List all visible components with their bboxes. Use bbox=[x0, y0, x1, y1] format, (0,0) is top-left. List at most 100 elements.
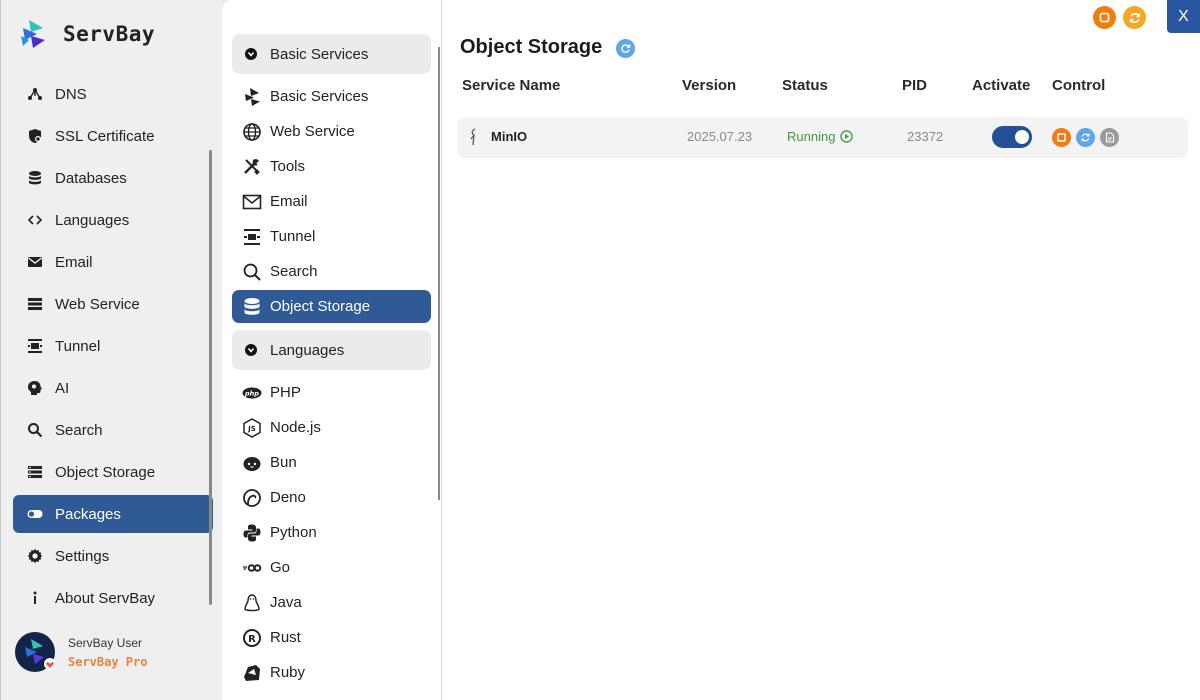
gear-icon bbox=[27, 548, 43, 564]
sidebar-item-label: Languages bbox=[55, 211, 130, 229]
sidebar-scrollbar[interactable] bbox=[209, 150, 212, 605]
brain-icon bbox=[27, 380, 43, 396]
deno-icon bbox=[242, 488, 262, 508]
bun-icon bbox=[242, 453, 262, 473]
restart-all-button[interactable] bbox=[1123, 6, 1146, 29]
svg-text:R: R bbox=[248, 634, 256, 645]
nav-item-email[interactable]: Email bbox=[232, 185, 431, 218]
nav-item-rust[interactable]: R Rust bbox=[232, 621, 431, 654]
restart-icon bbox=[1081, 133, 1090, 142]
nav-item-search[interactable]: Search bbox=[232, 255, 431, 288]
nav-item-tunnel[interactable]: Tunnel bbox=[232, 220, 431, 253]
tunnel-icon bbox=[242, 227, 262, 247]
sidebar-item-email[interactable]: Email bbox=[13, 241, 213, 283]
nav-item-bun[interactable]: Bun bbox=[232, 446, 431, 479]
activate-toggle[interactable] bbox=[992, 126, 1032, 148]
nav-group-languages[interactable]: Languages bbox=[232, 330, 431, 370]
ruby-icon bbox=[242, 663, 262, 683]
column-header-control: Control bbox=[1052, 77, 1106, 94]
stop-icon bbox=[1057, 133, 1066, 142]
restart-icon bbox=[1129, 12, 1140, 23]
nav-item-label: Bun bbox=[270, 454, 297, 471]
nav-item-tools[interactable]: Tools bbox=[232, 150, 431, 183]
service-version: 2025.07.23 bbox=[687, 129, 753, 144]
toggle-knob bbox=[1015, 130, 1029, 144]
servbay-logo-icon bbox=[242, 87, 262, 107]
nav-item-label: Object Storage bbox=[270, 298, 371, 315]
nav-item-object-storage[interactable]: Object Storage bbox=[232, 290, 431, 323]
sidebar-item-label: DNS bbox=[55, 85, 87, 103]
sidebar-item-label: AI bbox=[55, 379, 70, 397]
sidebar-item-settings[interactable]: Settings bbox=[13, 535, 213, 577]
avatar bbox=[15, 632, 55, 672]
nav-item-label: Web Service bbox=[270, 123, 355, 140]
close-button[interactable]: X bbox=[1167, 0, 1200, 33]
nav-item-basic-services[interactable]: Basic Services bbox=[232, 80, 431, 113]
java-icon bbox=[242, 593, 262, 613]
restart-button[interactable] bbox=[1076, 128, 1095, 147]
rust-icon: R bbox=[242, 628, 262, 648]
sidebar-item-databases[interactable]: Databases bbox=[13, 157, 213, 199]
user-name: ServBay User bbox=[68, 635, 143, 650]
minio-icon bbox=[468, 128, 480, 149]
nav-item-java[interactable]: Java bbox=[232, 586, 431, 619]
brand: ServBay bbox=[17, 18, 155, 50]
stop-all-button[interactable] bbox=[1093, 6, 1116, 29]
sidebar-item-packages[interactable]: Packages bbox=[13, 495, 213, 533]
nav-item-label: Search bbox=[270, 263, 318, 280]
nav-item-label: Node.js bbox=[270, 419, 321, 436]
search-icon bbox=[27, 422, 43, 438]
nav-item-label: Rust bbox=[270, 629, 301, 646]
stop-button[interactable] bbox=[1052, 128, 1071, 147]
service-nav-panel: Basic Services Basic Services Web Servic… bbox=[222, 0, 442, 700]
certificate-icon bbox=[27, 128, 43, 144]
nav-item-php[interactable]: php PHP bbox=[232, 376, 431, 409]
mail-icon bbox=[27, 254, 43, 270]
sidebar-item-web-service[interactable]: Web Service bbox=[13, 283, 213, 325]
search-icon bbox=[242, 262, 262, 282]
play-circle-icon bbox=[840, 130, 854, 143]
nav-item-label: Tools bbox=[270, 158, 306, 175]
globe-icon bbox=[242, 122, 262, 142]
nav-group-label: Languages bbox=[270, 341, 345, 359]
nav-item-ruby[interactable]: Ruby bbox=[232, 656, 431, 689]
sidebar-item-object-storage[interactable]: Object Storage bbox=[13, 451, 213, 493]
log-file-icon bbox=[1105, 132, 1114, 143]
info-icon bbox=[27, 590, 43, 606]
nav-item-label: Ruby bbox=[270, 664, 306, 681]
column-header-activate: Activate bbox=[972, 77, 1031, 94]
user-plan: ServBay Pro bbox=[68, 654, 148, 669]
sidebar-menu: DNS SSL Certificate Databases Languages … bbox=[13, 73, 213, 619]
nav-item-web-service[interactable]: Web Service bbox=[232, 115, 431, 148]
sidebar-item-languages[interactable]: Languages bbox=[13, 199, 213, 241]
tunnel-icon bbox=[27, 338, 43, 354]
user-profile[interactable]: ServBay User ServBay Pro bbox=[15, 632, 147, 672]
sidebar-item-tunnel[interactable]: Tunnel bbox=[13, 325, 213, 367]
nav-item-label: Tunnel bbox=[270, 228, 316, 245]
python-icon bbox=[242, 523, 262, 543]
refresh-icon[interactable] bbox=[616, 39, 635, 58]
sidebar-item-label: Search bbox=[55, 421, 103, 439]
nav-item-label: PHP bbox=[270, 384, 301, 401]
main-content: Object Storage Service Name Version Stat… bbox=[442, 0, 1200, 700]
nav-scrollbar[interactable] bbox=[438, 47, 440, 500]
nodejs-icon: JS bbox=[242, 417, 262, 438]
main-sidebar: ServBay DNS SSL Certificate Databases La… bbox=[0, 0, 222, 700]
column-header-service-name: Service Name bbox=[462, 77, 561, 94]
sidebar-item-about[interactable]: About ServBay bbox=[13, 577, 213, 619]
sidebar-item-dns[interactable]: DNS bbox=[13, 73, 213, 115]
nav-item-deno[interactable]: Deno bbox=[232, 481, 431, 514]
sidebar-item-ssl-certificate[interactable]: SSL Certificate bbox=[13, 115, 213, 157]
sidebar-item-ai[interactable]: AI bbox=[13, 367, 213, 409]
logs-button[interactable] bbox=[1100, 128, 1119, 147]
nav-group-basic-services[interactable]: Basic Services bbox=[232, 34, 431, 74]
sidebar-item-label: Email bbox=[55, 253, 93, 271]
sidebar-item-search[interactable]: Search bbox=[13, 409, 213, 451]
sidebar-item-label: Web Service bbox=[55, 295, 140, 313]
nav-item-python[interactable]: Python bbox=[232, 516, 431, 549]
nav-item-go[interactable]: Go bbox=[232, 551, 431, 584]
status-label: Running bbox=[787, 129, 836, 144]
table-row: MinIO 2025.07.23 Running 23372 bbox=[457, 117, 1188, 158]
mail-icon bbox=[242, 192, 262, 212]
nav-item-nodejs[interactable]: JS Node.js bbox=[232, 411, 431, 444]
